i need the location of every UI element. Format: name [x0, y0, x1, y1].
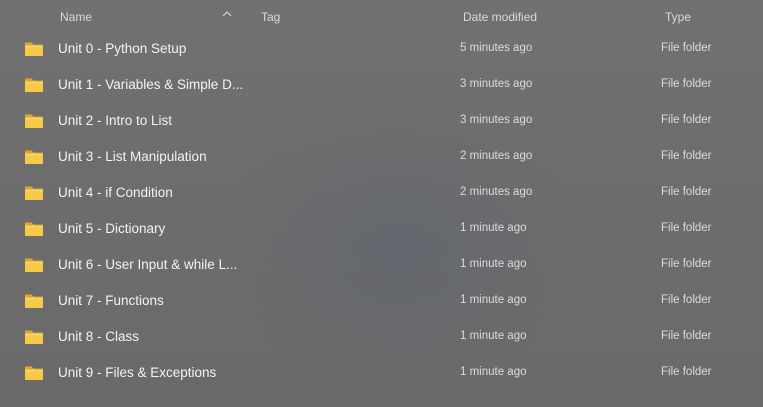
list-item[interactable]: Unit 0 - Python Setup 5 minutes ago File… [0, 31, 763, 67]
item-date-modified: 1 minute ago [460, 294, 527, 306]
folder-icon [24, 221, 44, 237]
item-name: Unit 3 - List Manipulation [58, 149, 207, 164]
item-date-modified: 3 minutes ago [460, 114, 533, 126]
item-date-modified: 2 minutes ago [460, 150, 533, 162]
item-type: File folder [661, 258, 712, 270]
column-header: Name Tag Date modified Type [0, 0, 763, 34]
item-type: File folder [661, 150, 712, 162]
item-type: File folder [661, 78, 712, 90]
list-item[interactable]: Unit 3 - List Manipulation 2 minutes ago… [0, 139, 763, 175]
folder-icon [24, 77, 44, 93]
column-header-name[interactable]: Name [60, 10, 92, 24]
folder-icon [24, 329, 44, 345]
item-type: File folder [661, 42, 712, 54]
item-name: Unit 5 - Dictionary [58, 221, 166, 236]
item-date-modified: 5 minutes ago [460, 42, 533, 54]
column-header-date-modified[interactable]: Date modified [463, 10, 537, 24]
folder-icon [24, 293, 44, 309]
item-type: File folder [661, 294, 712, 306]
item-date-modified: 1 minute ago [460, 222, 527, 234]
item-type: File folder [661, 330, 712, 342]
chevron-up-icon[interactable] [221, 8, 233, 20]
item-date-modified: 1 minute ago [460, 330, 527, 342]
list-item[interactable]: Unit 1 - Variables & Simple D... 3 minut… [0, 67, 763, 103]
folder-icon [24, 41, 44, 57]
item-date-modified: 1 minute ago [460, 258, 527, 270]
list-item[interactable]: Unit 8 - Class 1 minute ago File folder [0, 319, 763, 355]
file-list: Unit 0 - Python Setup 5 minutes ago File… [0, 31, 763, 391]
item-name: Unit 7 - Functions [58, 293, 164, 308]
column-header-type[interactable]: Type [665, 10, 691, 24]
item-date-modified: 1 minute ago [460, 366, 527, 378]
item-name: Unit 9 - Files & Exceptions [58, 365, 217, 380]
list-item[interactable]: Unit 9 - Files & Exceptions 1 minute ago… [0, 355, 763, 391]
list-item[interactable]: Unit 4 - if Condition 2 minutes ago File… [0, 175, 763, 211]
folder-icon [24, 185, 44, 201]
folder-icon [24, 149, 44, 165]
item-name: Unit 6 - User Input & while L... [58, 257, 238, 272]
item-type: File folder [661, 114, 712, 126]
item-date-modified: 3 minutes ago [460, 78, 533, 90]
folder-icon [24, 113, 44, 129]
column-header-tag[interactable]: Tag [261, 10, 280, 24]
list-item[interactable]: Unit 5 - Dictionary 1 minute ago File fo… [0, 211, 763, 247]
list-item[interactable]: Unit 7 - Functions 1 minute ago File fol… [0, 283, 763, 319]
item-name: Unit 2 - Intro to List [58, 113, 173, 128]
item-type: File folder [661, 222, 712, 234]
list-item[interactable]: Unit 6 - User Input & while L... 1 minut… [0, 247, 763, 283]
folder-icon [24, 365, 44, 381]
item-type: File folder [661, 186, 712, 198]
item-name: Unit 0 - Python Setup [58, 41, 187, 56]
item-name: Unit 4 - if Condition [58, 185, 173, 200]
item-name: Unit 8 - Class [58, 329, 140, 344]
item-date-modified: 2 minutes ago [460, 186, 533, 198]
item-name: Unit 1 - Variables & Simple D... [58, 77, 244, 92]
folder-icon [24, 257, 44, 273]
item-type: File folder [661, 366, 712, 378]
list-item[interactable]: Unit 2 - Intro to List 3 minutes ago Fil… [0, 103, 763, 139]
